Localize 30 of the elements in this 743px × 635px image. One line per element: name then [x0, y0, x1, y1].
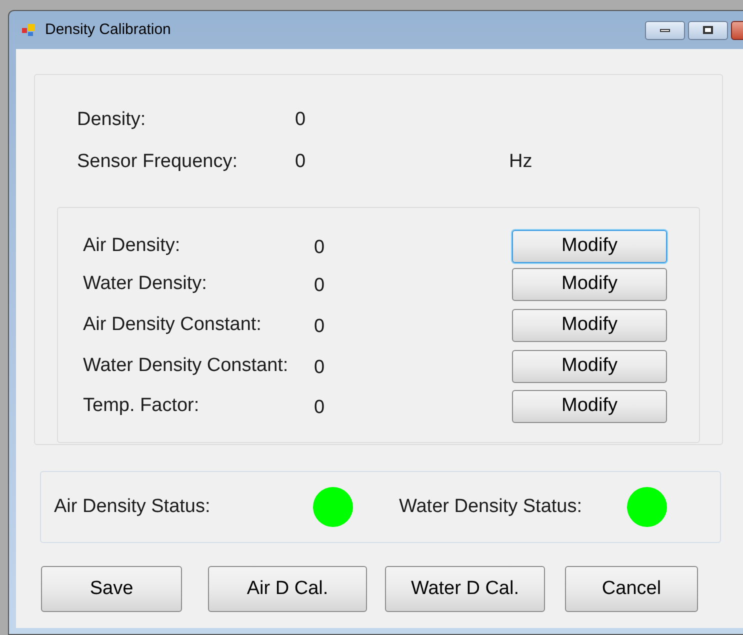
action-button[interactable]: Air D Cal. [208, 566, 367, 612]
action-button[interactable]: Water D Cal. [385, 566, 545, 612]
reading-label: Sensor Frequency: [77, 150, 239, 174]
reading-label: Density: [77, 108, 147, 132]
action-button[interactable]: Save [41, 566, 182, 612]
constant-value: 0 [314, 314, 326, 339]
status-label: Air Density Status: [54, 494, 212, 519]
window-title: Density Calibration [45, 20, 171, 40]
reading-value: 0 [295, 108, 307, 132]
constant-label: Water Density Constant: [83, 354, 290, 378]
reading-value: 0 [295, 150, 307, 174]
constant-label: Air Density: [83, 234, 182, 258]
constant-value: 0 [314, 274, 326, 298]
modify-button[interactable]: Modify [512, 230, 667, 262]
constant-label: Air Density Constant: [83, 312, 262, 337]
constant-label: Temp. Factor: [83, 394, 200, 418]
minimize-button[interactable] [645, 20, 685, 40]
modify-button[interactable]: Modify [512, 308, 667, 342]
constant-value: 0 [314, 236, 326, 260]
action-button[interactable]: Cancel [565, 566, 698, 612]
app-icon [21, 22, 37, 38]
maximize-button[interactable] [688, 20, 728, 40]
unit-label: Hz [509, 150, 532, 174]
modify-button[interactable]: Modify [512, 350, 667, 382]
constant-value: 0 [314, 396, 326, 420]
status-label: Water Density Status: [399, 494, 584, 519]
constant-value: 0 [314, 356, 326, 380]
modify-button[interactable]: Modify [512, 268, 667, 300]
modify-button[interactable]: Modify [512, 390, 667, 422]
constant-label: Water Density: [83, 272, 208, 296]
